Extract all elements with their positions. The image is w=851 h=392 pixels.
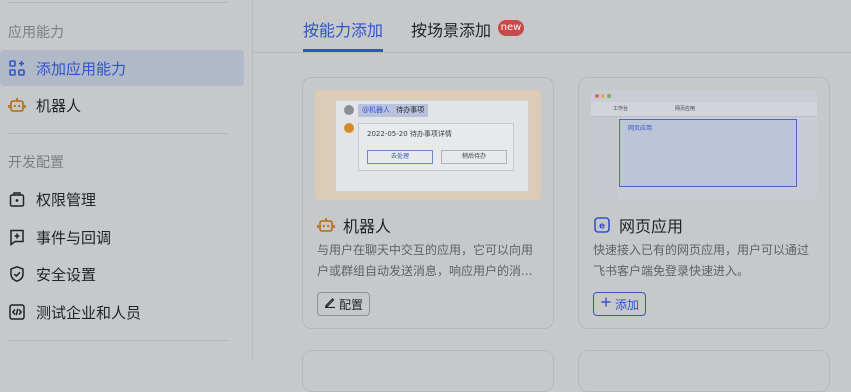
preview-tab-strip: 工作台 网页应用 [591, 102, 817, 117]
preview-card-message: 2022-05-20 待办事项详情 去处理 稍后待办 [358, 123, 514, 171]
sidebar-item-add-capability[interactable]: 添加应用能力 [0, 50, 244, 86]
sidebar-item-label: 机器人 [36, 96, 82, 115]
card-description: 快速接入已有的网页应用，用户可以通过飞书客户端免登录快速进入。 [593, 243, 810, 278]
preview-btn-left: 去处理 [367, 150, 433, 164]
sidebar-item-bot[interactable]: 机器人 [0, 87, 244, 123]
preview-browser-window: 工作台 网页应用 网页应用 [591, 90, 817, 200]
divider [8, 340, 228, 341]
svg-text:e: e [599, 222, 605, 232]
divider [8, 2, 228, 3]
capability-card[interactable] [578, 350, 830, 392]
sidebar-item-test-enterprise[interactable]: 测试企业和人员 [0, 294, 244, 330]
capability-card-web-app[interactable]: 工作台 网页应用 网页应用 e 网页应用 快速接入已有的网页应用，用户可以通过飞… [578, 77, 830, 329]
sidebar-item-permissions[interactable]: 权限管理 [0, 181, 244, 217]
sidebar-item-label: 测试企业和人员 [36, 303, 142, 322]
preview-tab2: 网页应用 [675, 106, 696, 112]
card-description: 与用户在聊天中交互的应用，它可以向用户或群组自动发送消息，响应用户的消... [317, 243, 534, 278]
section-title-dev-config: 开发配置 [8, 155, 64, 171]
bot-avatar [344, 123, 354, 133]
event-add-icon [8, 228, 26, 246]
code-icon [8, 303, 26, 321]
button-label: 配置 [339, 297, 364, 312]
divider [8, 133, 228, 134]
bot-icon [317, 216, 335, 234]
sidebar-item-events[interactable]: 事件与回调 [0, 219, 244, 255]
web-app-icon: e [593, 216, 611, 234]
window-dot-green [607, 94, 611, 98]
section-title-app-capability: 应用能力 [8, 25, 64, 41]
tab-by-scenario[interactable]: 按场景添加 [411, 17, 491, 41]
card-title: 机器人 [343, 217, 392, 236]
configure-button[interactable]: 配置 [317, 292, 371, 316]
add-button[interactable]: 添加 [593, 292, 647, 316]
add-grid-icon [8, 59, 26, 77]
new-badge: new [498, 20, 524, 36]
active-tab-indicator [303, 49, 383, 52]
preview-webpage-panel: 网页应用 [619, 119, 797, 187]
capability-card-bot[interactable]: @机器人 待办事项 2022-05-20 待办事项详情 去处理 稍后待办 机器人… [302, 77, 554, 329]
avatar [344, 105, 354, 115]
preview-text: 待办事项 [396, 106, 425, 114]
web-app-preview-image: 工作台 网页应用 网页应用 [591, 90, 817, 200]
sidebar-item-label: 添加应用能力 [36, 59, 127, 78]
card-title: 网页应用 [619, 217, 684, 236]
preview-tab1: 工作台 [613, 106, 629, 112]
window-dot-red [595, 94, 599, 98]
button-label: 添加 [615, 297, 640, 312]
sidebar-item-label: 事件与回调 [36, 228, 112, 247]
main-content: 按能力添加 按场景添加 new @机器人 待办事项 2022-05-20 待办事… [253, 0, 851, 392]
window-dot-yellow [601, 94, 605, 98]
plus-icon [600, 296, 612, 312]
preview-date-line: 2022-05-20 待办事项详情 [367, 130, 452, 138]
lock-box-icon [8, 190, 26, 208]
preview-chat-window: @机器人 待办事项 2022-05-20 待办事项详情 去处理 稍后待办 [335, 100, 529, 192]
tab-by-capability[interactable]: 按能力添加 [303, 17, 383, 41]
preview-btn-right: 稍后待办 [441, 150, 507, 164]
sidebar-item-security[interactable]: 安全设置 [0, 256, 244, 292]
bot-icon [8, 96, 26, 114]
sidebar-item-label: 权限管理 [36, 190, 97, 209]
sidebar-item-label: 安全设置 [36, 265, 97, 284]
edit-icon [324, 296, 336, 312]
capability-card[interactable] [302, 350, 554, 392]
preview-sidebar [591, 117, 617, 200]
card-title-row: e 网页应用 [593, 213, 683, 237]
sidebar: 应用能力 添加应用能力 机器人 开发配置 权限管理 事件与回调 安全设置 测试企… [0, 0, 253, 360]
preview-tag: @机器人 [362, 106, 390, 114]
tab-bar: 按能力添加 按场景添加 new [253, 0, 851, 53]
bot-preview-image: @机器人 待办事项 2022-05-20 待办事项详情 去处理 稍后待办 [315, 90, 541, 200]
shield-icon [8, 265, 26, 283]
preview-panel-label: 网页应用 [628, 125, 653, 132]
preview-chat-tag: @机器人 待办事项 [358, 104, 429, 117]
card-title-row: 机器人 [317, 213, 391, 237]
